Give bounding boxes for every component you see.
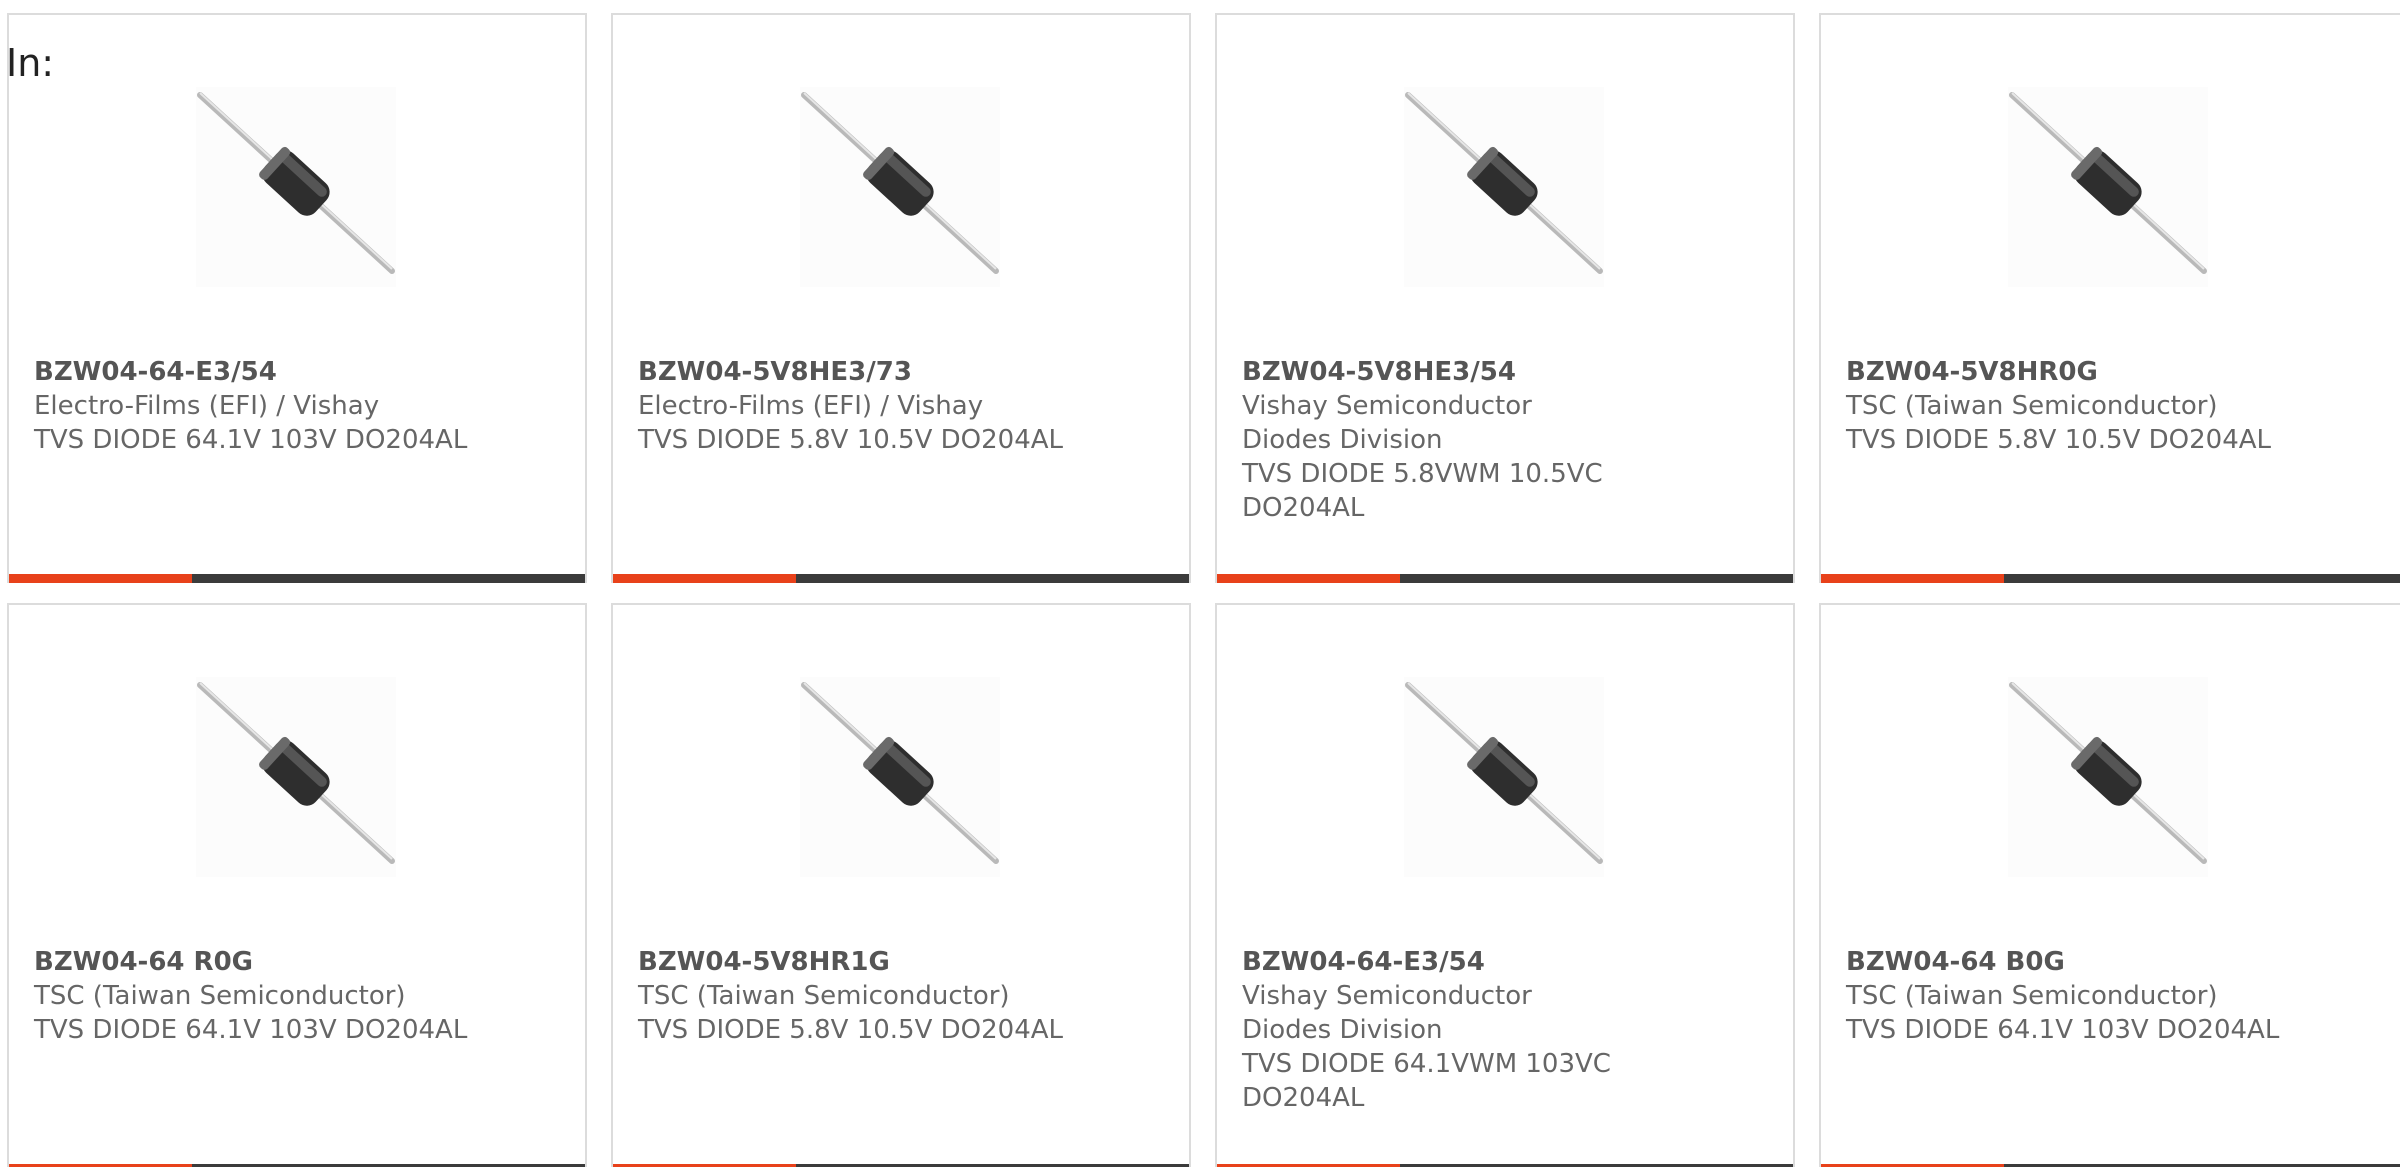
description: TVS DIODE 64.1V 103V DO204AL: [1846, 1015, 2280, 1045]
manufacturer: TSC (Taiwan Semiconductor): [638, 981, 1010, 1011]
axial-diode-icon: [801, 682, 999, 864]
description: TVS DIODE 5.8VWM 10.5VC DO204AL: [1242, 459, 1603, 523]
manufacturer: TSC (Taiwan Semiconductor): [34, 981, 406, 1011]
manufacturer: Vishay Semiconductor Diodes Division: [1242, 391, 1532, 455]
product-image[interactable]: [1404, 87, 1604, 287]
manufacturer: Electro-Films (EFI) / Vishay: [34, 391, 380, 421]
product-card[interactable]: BZW04-5V8HE3/73 Electro-Films (EFI) / Vi…: [611, 13, 1191, 583]
product-image[interactable]: [1404, 677, 1604, 877]
part-number[interactable]: BZW04-5V8HR1G: [638, 945, 1108, 979]
card-accent: [9, 574, 192, 583]
description: TVS DIODE 5.8V 10.5V DO204AL: [638, 1015, 1064, 1045]
card-accent: [1217, 574, 1400, 583]
manufacturer: Electro-Films (EFI) / Vishay: [638, 391, 984, 421]
description: TVS DIODE 5.8V 10.5V DO204AL: [1846, 425, 2272, 455]
product-info: BZW04-5V8HR1G TSC (Taiwan Semiconductor)…: [638, 945, 1108, 1047]
part-number[interactable]: BZW04-5V8HE3/73: [638, 355, 1108, 389]
axial-diode-icon: [197, 92, 395, 274]
in-label: In:: [6, 41, 55, 85]
product-image[interactable]: [800, 677, 1000, 877]
product-image[interactable]: [800, 87, 1000, 287]
product-card[interactable]: BZW04-64-E3/54 Electro-Films (EFI) / Vis…: [7, 13, 587, 583]
product-card[interactable]: BZW04-5V8HR1G TSC (Taiwan Semiconductor)…: [611, 603, 1191, 1167]
product-info: BZW04-5V8HE3/54 Vishay Semiconductor Dio…: [1242, 355, 1712, 525]
product-info: BZW04-5V8HE3/73 Electro-Films (EFI) / Vi…: [638, 355, 1108, 457]
axial-diode-icon: [2009, 682, 2207, 864]
part-number[interactable]: BZW04-64 B0G: [1846, 945, 2316, 979]
card-footer-bar: [1217, 574, 1793, 583]
axial-diode-icon: [197, 682, 395, 864]
manufacturer: Vishay Semiconductor Diodes Division: [1242, 981, 1532, 1045]
product-info: BZW04-64-E3/54 Vishay Semiconductor Diod…: [1242, 945, 1712, 1115]
manufacturer: TSC (Taiwan Semiconductor): [1846, 391, 2218, 421]
description: TVS DIODE 5.8V 10.5V DO204AL: [638, 425, 1064, 455]
part-number[interactable]: BZW04-64 R0G: [34, 945, 504, 979]
part-number[interactable]: BZW04-64-E3/54: [34, 355, 504, 389]
manufacturer: TSC (Taiwan Semiconductor): [1846, 981, 2218, 1011]
card-footer-bar: [613, 574, 1189, 583]
product-image[interactable]: [196, 677, 396, 877]
axial-diode-icon: [1405, 682, 1603, 864]
axial-diode-icon: [801, 92, 999, 274]
part-number[interactable]: BZW04-5V8HE3/54: [1242, 355, 1712, 389]
axial-diode-icon: [1405, 92, 1603, 274]
product-image[interactable]: [196, 87, 396, 287]
part-number[interactable]: BZW04-5V8HR0G: [1846, 355, 2316, 389]
product-card[interactable]: BZW04-5V8HR0G TSC (Taiwan Semiconductor)…: [1819, 13, 2400, 583]
description: TVS DIODE 64.1V 103V DO204AL: [34, 425, 468, 455]
axial-diode-icon: [2009, 92, 2207, 274]
product-info: BZW04-64 R0G TSC (Taiwan Semiconductor) …: [34, 945, 504, 1047]
product-card[interactable]: BZW04-5V8HE3/54 Vishay Semiconductor Dio…: [1215, 13, 1795, 583]
product-info: BZW04-64-E3/54 Electro-Films (EFI) / Vis…: [34, 355, 504, 457]
card-accent: [613, 574, 796, 583]
product-info: BZW04-64 B0G TSC (Taiwan Semiconductor) …: [1846, 945, 2316, 1047]
card-accent: [1821, 574, 2004, 583]
product-image[interactable]: [2008, 87, 2208, 287]
description: TVS DIODE 64.1VWM 103VC DO204AL: [1242, 1049, 1611, 1113]
product-info: BZW04-5V8HR0G TSC (Taiwan Semiconductor)…: [1846, 355, 2316, 457]
card-footer-bar: [1821, 574, 2400, 583]
product-card[interactable]: BZW04-64 R0G TSC (Taiwan Semiconductor) …: [7, 603, 587, 1167]
product-image[interactable]: [2008, 677, 2208, 877]
description: TVS DIODE 64.1V 103V DO204AL: [34, 1015, 468, 1045]
product-card[interactable]: BZW04-64 B0G TSC (Taiwan Semiconductor) …: [1819, 603, 2400, 1167]
part-number[interactable]: BZW04-64-E3/54: [1242, 945, 1712, 979]
card-footer-bar: [9, 574, 585, 583]
product-card[interactable]: BZW04-64-E3/54 Vishay Semiconductor Diod…: [1215, 603, 1795, 1167]
product-grid-page: In: BZW04-64-E3/54 Electro-Films (EFI) /…: [0, 0, 2400, 1167]
